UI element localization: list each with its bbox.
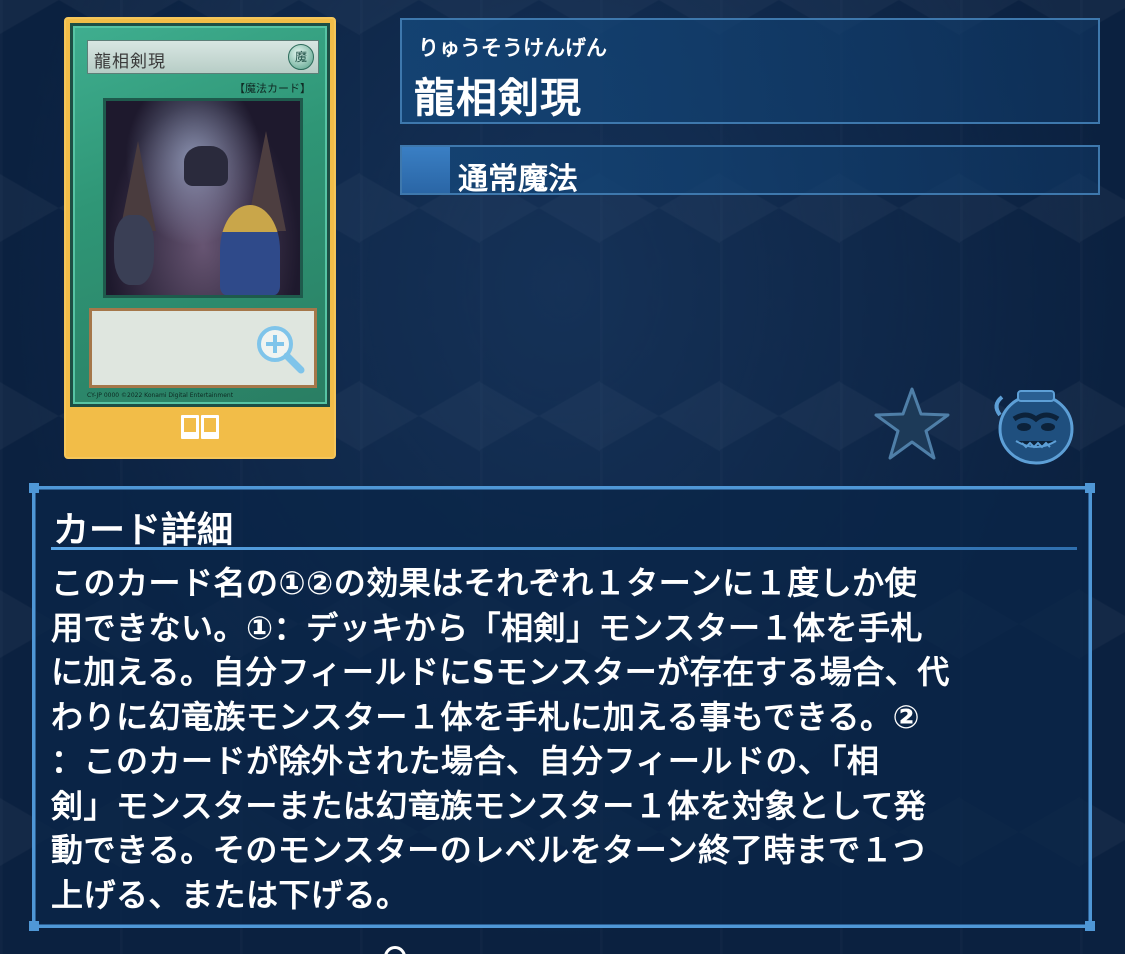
card-type-label: 【魔法カード】 [234, 82, 311, 95]
card-name-reading: りゅうそうけんげん [418, 36, 607, 60]
card-box-icon [181, 415, 199, 439]
panel-corner [1085, 921, 1095, 931]
details-title: カード詳細 [53, 510, 234, 551]
card-image[interactable]: 龍相剣現 魔 【魔法カード】 CY-JP 0000 ©2022 Konami D… [70, 23, 330, 407]
card-artwork [103, 98, 303, 298]
panel-corner [29, 483, 39, 493]
scroll-indicator-icon [384, 946, 406, 954]
card-effect-text: このカード名の①②の効果はそれぞれ１ターンに１度しか使 用できない。①：デッキか… [51, 564, 950, 914]
card-name-box: 龍相剣現 魔 [87, 40, 319, 74]
pot-of-greed-icon[interactable] [990, 385, 1082, 467]
card-name: 龍相剣現 [414, 74, 582, 122]
art-figure [184, 146, 228, 186]
card-details-panel: カード詳細 このカード名の①②の効果はそれぞれ１ターンに１度しか使 用できない。… [29, 483, 1095, 931]
card-name-panel: りゅうそうけんげん 龍相剣現 [400, 18, 1100, 124]
card-name-on-card: 龍相剣現 [94, 52, 166, 72]
art-knight [220, 205, 280, 295]
card-thumbnail[interactable]: 龍相剣現 魔 【魔法カード】 CY-JP 0000 ©2022 Konami D… [64, 17, 336, 459]
card-type: 通常魔法 [458, 162, 578, 197]
spell-type-swatch [402, 147, 450, 193]
spell-attribute-icon: 魔 [288, 44, 314, 70]
card-box-icons [66, 415, 334, 443]
card-footer-text: CY-JP 0000 ©2022 Konami Digital Entertai… [87, 392, 234, 399]
card-type-panel: 通常魔法 [400, 145, 1100, 197]
panel-corner [29, 921, 39, 931]
zoom-in-icon[interactable] [254, 323, 306, 375]
art-warrior [114, 215, 154, 285]
details-divider [51, 547, 1077, 550]
card-box-icon [201, 415, 219, 439]
panel-corner [1085, 483, 1095, 493]
favorite-star-icon[interactable] [873, 385, 951, 463]
card-text-box [89, 308, 317, 388]
